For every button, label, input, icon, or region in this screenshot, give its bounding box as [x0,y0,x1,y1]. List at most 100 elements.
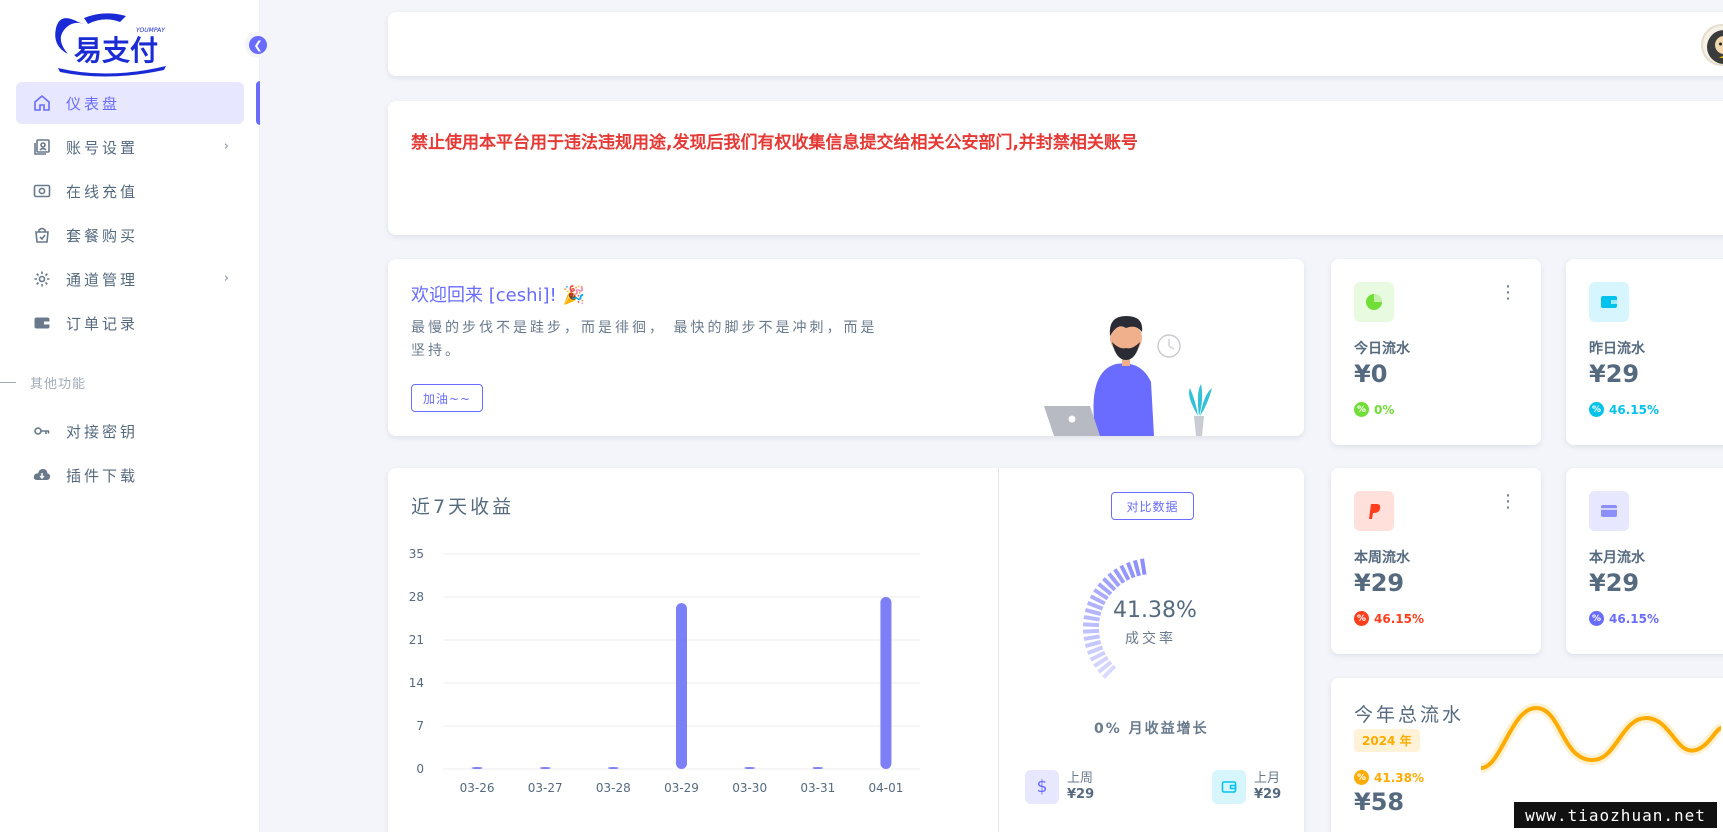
stat-change: % 0% [1354,402,1394,417]
percent-badge-icon: % [1354,611,1369,626]
gauge-tick [1126,561,1136,579]
stat-value: ¥29 [1354,569,1405,597]
sidebar-item-orders[interactable]: 订单记录 [16,302,244,344]
gauge-tick [1086,645,1104,655]
welcome-card: 欢迎回来 [ceshi]! 🎉 最慢的步伐不是跬步，而是徘徊， 最快的脚步不是冲… [388,259,1304,436]
wallet-icon [1589,282,1629,322]
user-avatar[interactable] [1701,24,1723,66]
sidebar-item-label: 插件下载 [66,466,139,485]
y-tick-label: 14 [409,676,424,690]
stat-card-month: 本月流水 ¥29 % 46.15% [1566,468,1723,654]
y-tick-label: 7 [416,719,424,733]
sidebar-item-plugins[interactable]: 插件下载 [16,454,244,496]
stat-title: 本周流水 [1354,550,1410,566]
last-week-value: ¥29 [1067,787,1095,802]
stat-change-value: 46.15% [1374,611,1424,626]
collapse-sidebar-button[interactable]: ❮ [245,32,271,58]
gauge-tick [1083,615,1100,622]
sidebar-item-api-key[interactable]: 对接密钥 [16,410,244,452]
key-icon [32,421,52,441]
stat-card-week: ⋮ 本周流水 ¥29 % 46.15% [1331,468,1541,654]
stat-value: ¥29 [1589,569,1640,597]
gauge-tick [1086,601,1104,611]
sidebar-item-label: 对接密钥 [66,422,139,441]
x-tick-label: 03-28 [596,781,631,795]
gear-icon [32,269,52,289]
stat-title: 昨日流水 [1589,341,1645,357]
x-tick-label: 03-27 [528,781,563,795]
site-watermark: www.tiaozhuan.net [1514,802,1717,828]
chevron-right-icon: › [223,271,232,286]
vertical-divider [998,468,999,832]
x-tick-label: 03-30 [732,781,767,795]
y-tick-label: 35 [409,547,424,561]
more-options-icon[interactable]: ⋮ [1499,284,1517,302]
monthly-growth: 0% 月收益增长 [1094,721,1209,737]
wallet-icon [32,313,52,333]
menu-section-header: 其他功能 [0,372,260,392]
stat-change: % 46.15% [1354,611,1424,626]
bar [744,767,756,769]
y-tick-label: 28 [409,590,424,604]
sidebar-item-label: 订单记录 [66,314,139,333]
stat-card-yesterday: 昨日流水 ¥29 % 46.15% [1566,259,1723,445]
section-divider [0,381,16,383]
stat-change-value: 46.15% [1609,611,1659,626]
top-navbar [388,12,1723,76]
cheer-button[interactable]: 加油~~ [411,384,483,412]
section-header-label: 其他功能 [30,376,87,392]
home-icon [32,93,52,113]
sidebar-item-recharge[interactable]: 在线充值 [16,170,244,212]
bar [812,767,824,769]
stat-title: 本月流水 [1589,550,1645,566]
gauge-tick [1132,559,1141,577]
compare-data-button[interactable]: 对比数据 [1111,492,1194,520]
sidebar-item-packages[interactable]: 套餐购买 [16,214,244,256]
y-tick-label: 21 [409,633,424,647]
dollar-icon: $ [1025,770,1059,804]
last-week-label: 上周 [1067,771,1094,786]
more-options-icon[interactable]: ⋮ [1499,493,1517,511]
bar [471,767,483,769]
stat-change: % 46.15% [1589,402,1659,417]
bar [607,767,619,769]
sidebar-item-dashboard[interactable]: 仪表盘 [16,82,244,124]
wallet-icon [1212,770,1246,804]
sidebar-item-account[interactable]: 账号设置 › [16,126,244,168]
chevron-left-icon: ❮ [253,38,263,52]
year-change: % 41.38% [1354,770,1424,785]
x-tick-label: 03-29 [664,781,699,795]
welcome-message: 最慢的步伐不是跬步，而是徘徊， 最快的脚步不是冲刺，而是坚持。 [411,320,878,359]
percent-badge-icon: % [1354,402,1369,417]
stat-change-value: 0% [1374,402,1395,417]
year-total-title: 今年总流水 [1354,704,1465,726]
user-card-icon [32,137,52,157]
last-month-label: 上月 [1254,771,1281,786]
last-week-summary: $ 上周 ¥29 [1025,770,1094,804]
sidebar-item-label: 在线充值 [66,182,139,201]
brand-logo[interactable]: 易支付 YOUMPAY [48,10,173,78]
active-indicator [256,81,260,125]
stat-value: ¥29 [1589,360,1640,388]
last-month-summary: 上月 ¥29 [1212,770,1281,804]
credit-card-icon [1589,491,1629,531]
year-badge: 2024 年 [1354,729,1420,752]
shopping-bag-icon [32,225,52,245]
sidebar: 易支付 YOUMPAY 仪表盘 账号设置 › 在线充值 套餐购买 通道管理 › [0,0,260,832]
sidebar-item-channels[interactable]: 通道管理 › [16,258,244,300]
brand-tagline: YOUMPAY [136,27,166,34]
chevron-right-icon: › [223,139,232,154]
y-tick-label: 0 [416,762,424,776]
revenue-bar-chart: 0 7 14 21 28 35 03-26 03-27 03-28 03-29 03-30 03-31… [409,547,920,795]
last-month-value: ¥29 [1254,787,1282,802]
conversion-rate-label: 成交率 [1125,631,1176,647]
gauge-tick [1082,628,1100,634]
bar [880,597,892,769]
pie-chart-icon [1354,282,1394,322]
stat-card-today: ⋮ 今日流水 ¥0 % 0% [1331,259,1541,445]
welcome-title: 欢迎回来 [ceshi]! 🎉 [411,285,585,306]
conversion-rate-value: 41.38% [1113,598,1197,623]
gauge-tick [1140,558,1147,575]
revenue-card: 近7天收益 0 7 14 21 28 35 03-26 03-27 03-28 03-29 03-3… [388,468,1304,832]
bar [539,767,551,769]
